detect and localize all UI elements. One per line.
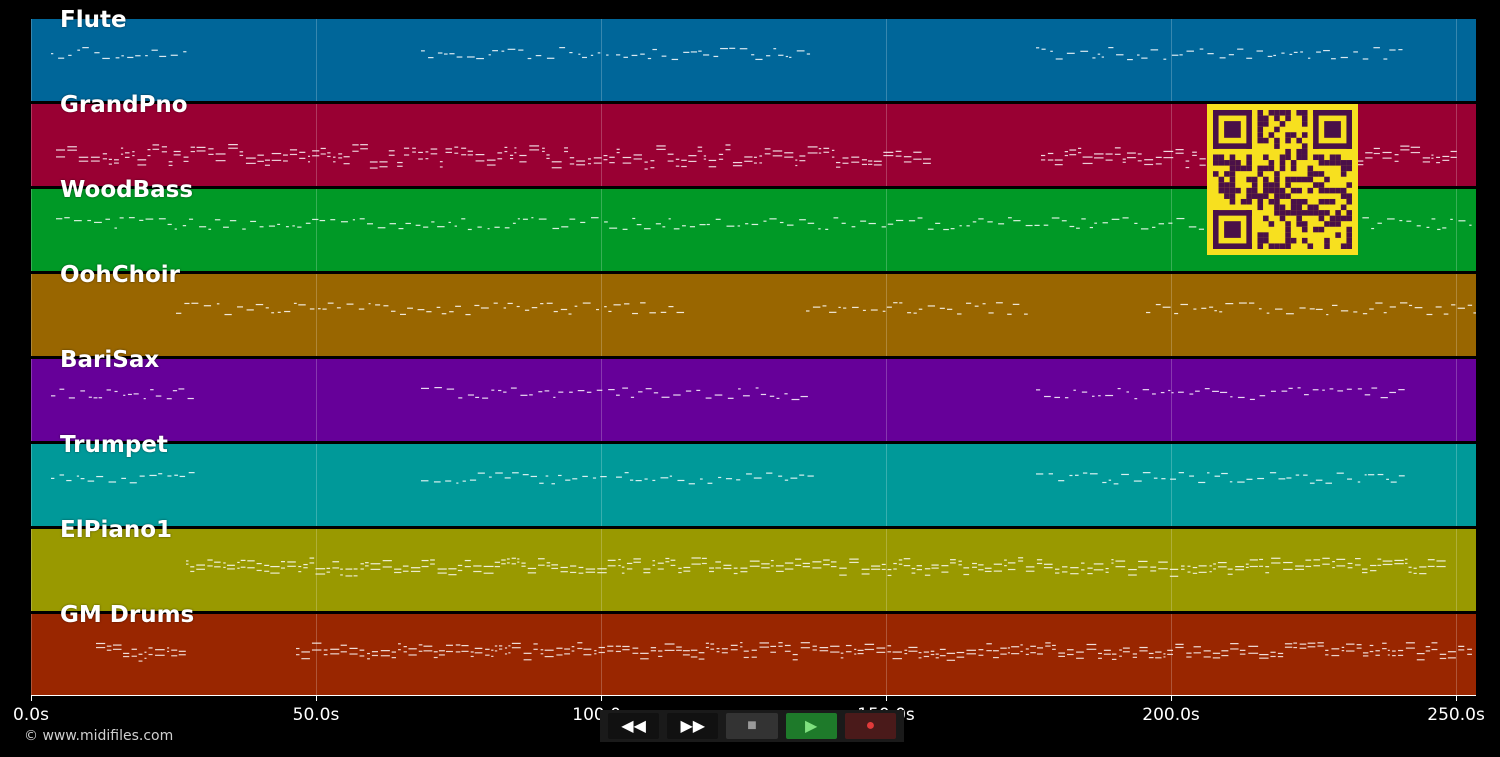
axis-tick bbox=[886, 695, 888, 701]
note-marks bbox=[186, 557, 1446, 577]
track-name: ElPiano1 bbox=[60, 517, 173, 543]
track-lane[interactable] bbox=[31, 444, 1476, 526]
track-lane[interactable] bbox=[31, 359, 1476, 441]
stop-button[interactable]: ■ bbox=[726, 713, 778, 739]
note-marks bbox=[176, 302, 1476, 316]
note-marks bbox=[51, 387, 1405, 401]
axis-tick bbox=[601, 695, 603, 701]
track-name: WoodBass bbox=[60, 177, 194, 203]
fast-forward-button[interactable]: ▶▶ bbox=[667, 713, 719, 739]
note-marks bbox=[96, 642, 1472, 662]
qr-code-image bbox=[1213, 110, 1352, 249]
note-marks bbox=[51, 47, 1403, 61]
axis-tick bbox=[316, 695, 317, 701]
axis-tick bbox=[1456, 695, 1458, 701]
track-lane[interactable] bbox=[31, 19, 1476, 101]
axis-tick-label: 200.0s bbox=[1142, 705, 1200, 725]
note-marks bbox=[51, 472, 1405, 485]
track-name: Flute bbox=[60, 7, 127, 33]
time-axis bbox=[31, 695, 1476, 696]
track-name: Trumpet bbox=[60, 432, 168, 458]
track-name: BariSax bbox=[60, 347, 160, 373]
track-name: OohChoir bbox=[60, 262, 181, 288]
record-button[interactable]: ● bbox=[844, 713, 897, 739]
track-lane[interactable] bbox=[31, 274, 1476, 356]
track-lane[interactable] bbox=[31, 529, 1476, 611]
track-name: GM Drums bbox=[60, 602, 195, 628]
rewind-button[interactable]: ◀◀ bbox=[608, 713, 660, 739]
copyright-text: © www.midifiles.com bbox=[24, 728, 174, 744]
track-name: GrandPno bbox=[60, 92, 188, 118]
axis-tick-label: 0.0s bbox=[13, 705, 49, 725]
transport-controls: ◀◀ ▶▶ ■ ▶ ● bbox=[600, 710, 904, 742]
axis-tick bbox=[1171, 695, 1173, 701]
axis-tick-label: 50.0s bbox=[292, 705, 340, 725]
play-button[interactable]: ▶ bbox=[785, 713, 837, 739]
track-lane[interactable] bbox=[31, 614, 1476, 696]
axis-tick bbox=[31, 695, 32, 701]
axis-tick-label: 250.0s bbox=[1427, 705, 1485, 725]
qr-code bbox=[1207, 104, 1358, 255]
